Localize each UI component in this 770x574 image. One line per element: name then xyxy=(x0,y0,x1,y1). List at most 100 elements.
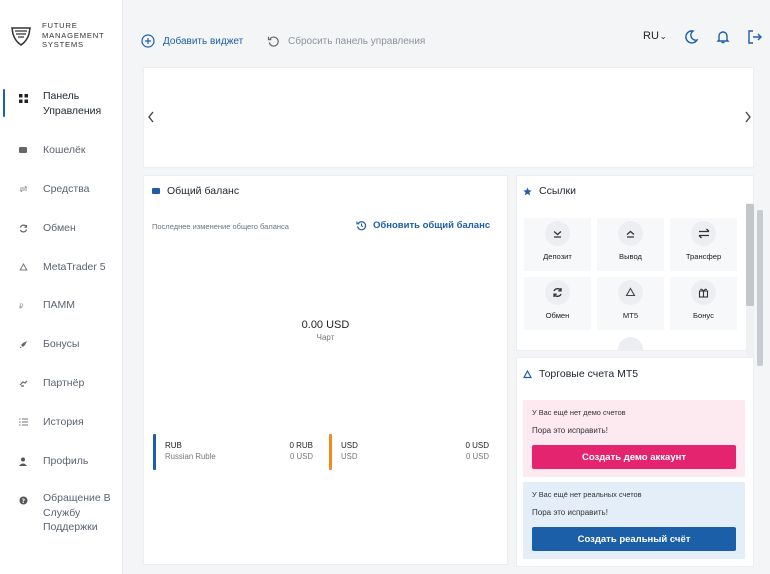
sidebar-item-label: Партнёр xyxy=(43,376,85,389)
currency-card-usd: USD USD 0 USD 0 USD xyxy=(329,434,489,470)
chart-label: Чарт xyxy=(316,333,335,342)
sidebar-item-wallet[interactable]: Кошелёк xyxy=(0,135,123,165)
list-icon xyxy=(18,417,28,427)
moon-icon[interactable] xyxy=(683,29,699,45)
sidebar-item-metatrader[interactable]: MetaTrader 5 xyxy=(0,252,123,282)
sidebar-item-label: Бонусы xyxy=(43,337,80,350)
currency-color-bar xyxy=(329,434,332,470)
sidebar-item-funds[interactable]: Средства xyxy=(0,174,123,204)
currency-amount-usd: 0 USD xyxy=(290,452,313,461)
sidebar-item-label: Обмен xyxy=(43,221,76,234)
link-tile-label: Депозит xyxy=(543,252,572,261)
sidebar-item-partner[interactable]: Партнёр xyxy=(0,368,123,398)
sidebar-item-label: ПАММ xyxy=(43,298,76,311)
currency-amount: 0 USD xyxy=(465,441,489,450)
currency-color-bar xyxy=(153,434,156,470)
brand-name: FUTURE MANAGEMENT SYSTEMS xyxy=(42,21,105,50)
sidebar-item-support[interactable]: ? Обращение В Службу Поддержки xyxy=(0,490,123,536)
reset-icon xyxy=(267,36,279,47)
partner-icon xyxy=(18,378,28,388)
mt5-accounts-title: Торговые счета MT5 xyxy=(523,368,638,380)
reset-panel-button[interactable]: Сбросить панель управления xyxy=(267,33,425,49)
chevron-down-icon: ⌄ xyxy=(659,32,667,41)
link-tile-label: Обмен xyxy=(545,311,570,320)
link-tile-mt5[interactable]: MT5 xyxy=(597,277,664,330)
sidebar-item-bonuses[interactable]: Бонусы xyxy=(0,329,123,359)
sidebar: FUTURE MANAGEMENT SYSTEMS Панель Управле… xyxy=(0,0,123,574)
link-tile-label: Трансфер xyxy=(685,252,722,261)
recycle-icon xyxy=(618,280,643,305)
currency-card-rub: RUB Russian Ruble 0 RUB 0 USD xyxy=(153,434,313,470)
currency-amount: 0 RUB xyxy=(289,441,313,450)
sidebar-item-pamm[interactable]: ₽ ПАММ xyxy=(0,290,123,320)
page-scrollbar[interactable] xyxy=(757,210,763,366)
pamm-icon: ₽ xyxy=(18,300,28,310)
balance-amount: 0.00 USD xyxy=(301,319,350,331)
currency-code: USD xyxy=(341,441,358,450)
currency-amount-usd: 0 USD xyxy=(466,452,489,461)
language-select[interactable]: RU⌄ xyxy=(643,30,667,42)
sidebar-item-label: Профиль xyxy=(43,454,89,467)
reset-panel-label: Сбросить панель управления xyxy=(288,35,426,47)
deposit-icon xyxy=(545,221,570,246)
currency-code: RUB xyxy=(165,441,182,450)
sidebar-item-label: Обращение В Службу Поддержки xyxy=(43,492,111,533)
plus-circle-icon xyxy=(141,34,155,48)
bell-icon[interactable] xyxy=(715,29,731,45)
exchange-icon xyxy=(18,223,28,233)
recycle-icon xyxy=(18,262,28,272)
create-real-account-button[interactable]: Создать реальный счёт xyxy=(532,527,736,551)
balance-last-change: Последнее изменение общего баланса xyxy=(152,222,289,231)
create-demo-account-button[interactable]: Создать демо аккаунт xyxy=(532,445,736,469)
gift-icon xyxy=(691,280,716,305)
sidebar-item-label: История xyxy=(43,415,84,428)
currency-name: Russian Ruble xyxy=(165,452,216,461)
link-tile-exchange[interactable]: Обмен xyxy=(524,277,591,330)
demo-accounts-note: У Вас ещё нет демо счетов xyxy=(532,408,626,417)
link-tile-transfer[interactable]: Трансфер xyxy=(670,218,737,271)
svg-text:?: ? xyxy=(21,498,25,505)
wallet-icon xyxy=(18,145,28,155)
sidebar-item-exchange[interactable]: Обмен xyxy=(0,213,123,243)
recycle-icon xyxy=(523,369,532,379)
refresh-balance-button[interactable]: Обновить общий баланс xyxy=(356,220,490,231)
exchange-icon xyxy=(545,280,570,305)
link-tile-partial xyxy=(618,337,643,350)
history-icon xyxy=(356,221,367,231)
shield-logo-icon xyxy=(11,27,31,46)
add-widget-button[interactable]: Добавить виджет xyxy=(141,33,243,49)
links-title: Ссылки xyxy=(523,185,576,197)
transfer-icon xyxy=(691,221,716,246)
chevron-left-icon[interactable] xyxy=(146,110,156,124)
link-tile-bonus[interactable]: Бонус xyxy=(670,277,737,330)
sidebar-item-profile[interactable]: Профиль xyxy=(0,446,123,476)
sidebar-item-label: Панель Управления xyxy=(43,90,102,117)
link-tile-label: MT5 xyxy=(622,311,639,320)
brand-logo[interactable]: FUTURE MANAGEMENT SYSTEMS xyxy=(10,21,122,57)
links-scrollbar[interactable] xyxy=(746,204,754,306)
link-tile-label: Бонус xyxy=(693,311,714,320)
svg-text:₽: ₽ xyxy=(19,302,24,310)
link-tile-withdraw[interactable]: Вывод xyxy=(597,218,664,271)
withdraw-icon xyxy=(618,221,643,246)
balance-title: Общий баланс xyxy=(152,185,239,197)
sidebar-item-history[interactable]: История xyxy=(0,407,123,437)
grid-icon xyxy=(18,93,28,103)
sidebar-item-label: Средства xyxy=(43,182,90,195)
logout-icon[interactable] xyxy=(747,29,763,45)
real-accounts-note: У Вас ещё нет реальных счетов xyxy=(532,490,642,499)
link-tile-label: Вывод xyxy=(619,252,642,261)
sidebar-item-dashboard[interactable]: Панель Управления xyxy=(0,89,123,119)
language-value: RU xyxy=(643,30,659,42)
star-icon xyxy=(523,187,532,196)
link-tile-deposit[interactable]: Депозит xyxy=(524,218,591,271)
user-icon xyxy=(18,456,28,466)
help-icon: ? xyxy=(18,495,28,505)
transfer-arrows-icon xyxy=(18,184,28,194)
currency-name: USD xyxy=(341,452,358,461)
balance-panel xyxy=(143,175,508,565)
real-accounts-cta: Пора это исправить! xyxy=(532,508,608,517)
chevron-right-icon[interactable] xyxy=(743,110,753,124)
wallet-icon xyxy=(152,187,160,195)
real-accounts-box: У Вас ещё нет реальных счетов Пора это и… xyxy=(523,482,745,559)
